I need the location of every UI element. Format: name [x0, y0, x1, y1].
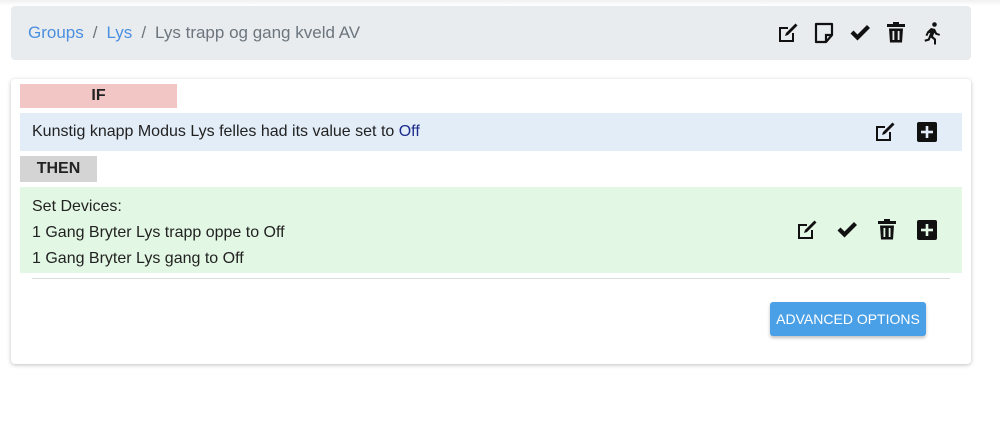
breadcrumb-link-groups[interactable]: Groups	[28, 23, 84, 43]
run-icon[interactable]	[919, 20, 945, 46]
action-item: 1 Gang Bryter Lys trapp oppe to Off	[32, 224, 285, 241]
breadcrumb: Groups / Lys / Lys trapp og gang kveld A…	[28, 6, 360, 60]
plus-square-icon[interactable]	[914, 119, 940, 145]
breadcrumb-separator: /	[141, 23, 147, 42]
action-row: Set Devices: 1 Gang Bryter Lys trapp opp…	[20, 187, 962, 273]
edit-icon[interactable]	[775, 20, 801, 46]
check-icon[interactable]	[847, 20, 873, 46]
edit-icon[interactable]	[794, 217, 820, 243]
trash-icon[interactable]	[883, 20, 909, 46]
then-label: THEN	[20, 156, 97, 182]
condition-description: Kunstig knapp Modus Lys felles had its v…	[32, 123, 395, 140]
action-toolbar	[794, 217, 940, 243]
plus-square-icon[interactable]	[914, 217, 940, 243]
edit-icon[interactable]	[872, 119, 898, 145]
trash-icon[interactable]	[874, 217, 900, 243]
breadcrumb-link-lys[interactable]: Lys	[106, 23, 132, 43]
breadcrumb-current: Lys trapp og gang kveld AV	[155, 23, 361, 42]
divider	[32, 278, 950, 279]
breadcrumb-separator: /	[92, 23, 98, 42]
actions-header: Set Devices:	[32, 198, 122, 215]
action-item: 1 Gang Bryter Lys gang to Off	[32, 250, 244, 267]
advanced-options-button[interactable]: ADVANCED OPTIONS	[770, 302, 926, 336]
condition-value: Off	[398, 123, 420, 140]
breadcrumb-bar: Groups / Lys / Lys trapp og gang kveld A…	[11, 6, 971, 60]
rule-card: IF Kunstig knapp Modus Lys felles had it…	[11, 79, 971, 364]
check-icon[interactable]	[834, 217, 860, 243]
note-icon[interactable]	[811, 20, 837, 46]
condition-actions	[872, 119, 940, 145]
action-list: Set Devices: 1 Gang Bryter Lys trapp opp…	[32, 194, 285, 272]
condition-text: Kunstig knapp Modus Lys felles had its v…	[32, 113, 420, 151]
condition-row: Kunstig knapp Modus Lys felles had its v…	[20, 113, 962, 151]
group-toolbar	[775, 19, 945, 47]
if-label: IF	[20, 84, 177, 108]
